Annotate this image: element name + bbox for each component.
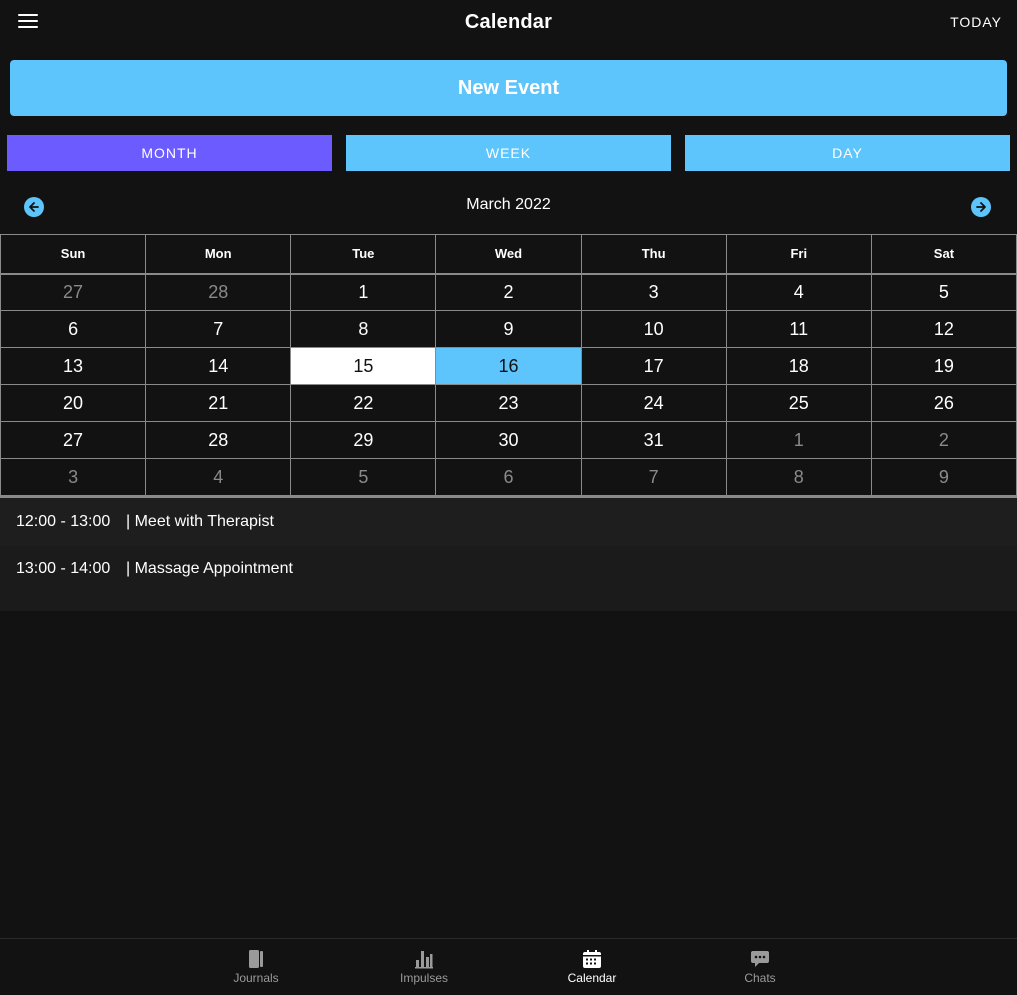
day-cell[interactable]: 1 (725, 421, 872, 459)
day-cell[interactable]: 17 (580, 347, 727, 385)
event-title: | Meet with Therapist (126, 513, 274, 530)
day-cell[interactable]: 21 (145, 384, 292, 422)
day-cell[interactable]: 7 (580, 458, 727, 496)
day-cell[interactable]: 20 (0, 384, 147, 422)
page-title: Calendar (464, 11, 553, 33)
month-label: March 2022 (466, 196, 551, 213)
today-button[interactable]: TODAY (950, 14, 1002, 30)
day-cell[interactable]: 27 (0, 421, 147, 459)
week-row: 3 4 5 6 7 8 9 (0, 458, 1017, 496)
event-title: | Massage Appointment (126, 560, 293, 577)
day-cell[interactable]: 18 (725, 347, 872, 385)
day-cell[interactable]: 8 (725, 458, 872, 496)
weekday-header: Mon (145, 234, 292, 275)
tab-impulses[interactable]: Impulses (374, 949, 474, 985)
day-cell[interactable]: 4 (725, 273, 872, 311)
day-cell[interactable]: 29 (290, 421, 437, 459)
day-cell[interactable]: 4 (145, 458, 292, 496)
day-cell[interactable]: 5 (290, 458, 437, 496)
day-cell[interactable]: 19 (870, 347, 1017, 385)
tab-label: Impulses (399, 971, 449, 985)
bottom-tab-bar: Journals Impulses Calendar Chats (0, 938, 1017, 995)
day-cell[interactable]: 6 (435, 458, 582, 496)
event-item[interactable]: 13:00 - 14:00 | Massage Appointment (0, 546, 1017, 611)
event-item[interactable]: 12:00 - 13:00 | Meet with Therapist (0, 498, 1017, 546)
day-cell[interactable]: 25 (725, 384, 872, 422)
week-row: 27 28 29 30 31 1 2 (0, 421, 1017, 459)
day-cell[interactable]: 3 (0, 458, 147, 496)
weekday-header-row: Sun Mon Tue Wed Thu Fri Sat (0, 234, 1017, 275)
tab-month[interactable]: MONTH (7, 135, 332, 171)
day-cell[interactable]: 26 (870, 384, 1017, 422)
day-cell-today[interactable]: 15 (290, 347, 437, 385)
day-cell[interactable]: 27 (0, 273, 147, 311)
tab-day[interactable]: DAY (685, 135, 1010, 171)
day-cell[interactable]: 6 (0, 310, 147, 348)
event-list: 12:00 - 13:00 | Meet with Therapist 13:0… (0, 498, 1017, 611)
day-cell[interactable]: 1 (290, 273, 437, 311)
day-cell[interactable]: 9 (435, 310, 582, 348)
arrow-right-icon (976, 202, 986, 212)
bar-chart-icon (415, 951, 433, 969)
weekday-header: Sun (0, 234, 147, 275)
day-cell[interactable]: 2 (435, 273, 582, 311)
weekday-header: Wed (435, 234, 582, 275)
week-row: 13 14 15 16 17 18 19 (0, 347, 1017, 385)
day-cell[interactable]: 31 (580, 421, 727, 459)
tab-week[interactable]: WEEK (346, 135, 671, 171)
tab-journals[interactable]: Journals (206, 949, 306, 985)
week-row: 20 21 22 23 24 25 26 (0, 384, 1017, 422)
tab-chats[interactable]: Chats (710, 949, 810, 985)
day-cell[interactable]: 3 (580, 273, 727, 311)
top-bar: Calendar TODAY (0, 0, 1017, 46)
journal-icon (249, 950, 263, 968)
day-cell[interactable]: 14 (145, 347, 292, 385)
event-time: 12:00 - 13:00 (16, 513, 111, 530)
weekday-header: Thu (580, 234, 727, 275)
weekday-header: Sat (870, 234, 1017, 275)
week-row: 27 28 1 2 3 4 5 (0, 273, 1017, 311)
day-cell[interactable]: 10 (580, 310, 727, 348)
day-cell[interactable]: 11 (725, 310, 872, 348)
day-cell[interactable]: 30 (435, 421, 582, 459)
weekday-header: Fri (725, 234, 872, 275)
day-cell[interactable]: 23 (435, 384, 582, 422)
next-month-button[interactable] (971, 197, 991, 217)
tab-label: Calendar (567, 971, 617, 985)
tab-calendar[interactable]: Calendar (542, 949, 642, 985)
week-row: 6 7 8 9 10 11 12 (0, 310, 1017, 348)
day-cell[interactable]: 9 (870, 458, 1017, 496)
day-cell[interactable]: 8 (290, 310, 437, 348)
tab-label: Journals (233, 971, 279, 985)
new-event-button[interactable]: New Event (10, 60, 1007, 116)
calendar-app: Calendar TODAY New Event MONTH WEEK DAY … (0, 0, 1017, 995)
day-cell[interactable]: 5 (870, 273, 1017, 311)
day-cell-selected[interactable]: 16 (435, 347, 582, 385)
calendar-icon (583, 950, 601, 968)
day-cell[interactable]: 12 (870, 310, 1017, 348)
day-cell[interactable]: 13 (0, 347, 147, 385)
month-grid: Sun Mon Tue Wed Thu Fri Sat 27 28 1 2 3 … (0, 234, 1017, 496)
weekday-header: Tue (290, 234, 437, 275)
day-cell[interactable]: 28 (145, 421, 292, 459)
tab-label: Chats (744, 971, 776, 985)
event-time: 13:00 - 14:00 (16, 560, 111, 577)
day-cell[interactable]: 28 (145, 273, 292, 311)
day-cell[interactable]: 22 (290, 384, 437, 422)
day-cell[interactable]: 2 (870, 421, 1017, 459)
day-cell[interactable]: 7 (145, 310, 292, 348)
day-cell[interactable]: 24 (580, 384, 727, 422)
chat-bubble-icon (751, 951, 769, 967)
